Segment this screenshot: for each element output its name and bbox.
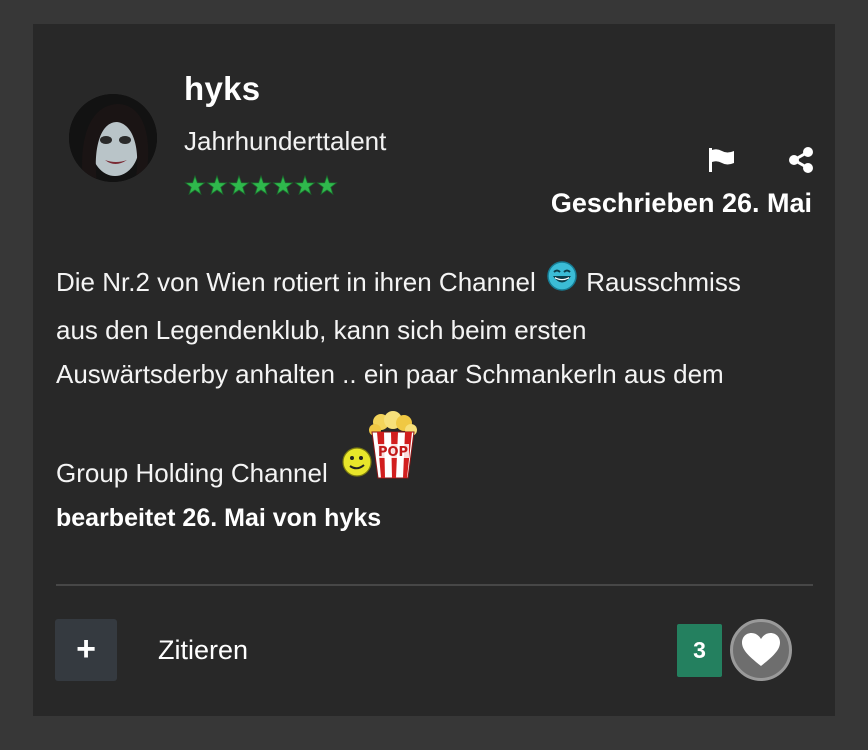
multiquote-plus-button[interactable]: + — [55, 619, 117, 681]
star-icon — [272, 174, 294, 196]
flag-icon[interactable] — [707, 148, 739, 172]
like-count-badge[interactable]: 3 — [677, 624, 722, 677]
post-body-line-2: aus den Legendenklub, kann sich beim ers… — [56, 315, 587, 346]
author-name[interactable]: hyks — [184, 70, 260, 108]
edited-note: bearbeitet 26. Mai von hyks — [56, 504, 382, 532]
laughing-smiley-icon — [547, 260, 577, 304]
post-text: Rausschmiss — [579, 267, 741, 297]
star-rating-icon — [184, 174, 338, 196]
post-body-line-4: Group Holding Channel POP — [56, 410, 816, 495]
author-rank: Jahrhunderttalent — [184, 126, 387, 156]
post-body: Die Nr.2 von Wien rotiert in ihren Chann… — [56, 260, 816, 495]
star-icon — [228, 174, 250, 196]
star-icon — [250, 174, 272, 196]
avatar[interactable] — [69, 94, 157, 182]
post-body-line-3: Auswärtsderby anhalten .. ein paar Schma… — [56, 359, 724, 390]
quote-button[interactable]: Zitieren — [158, 635, 248, 666]
avatar-image — [69, 94, 157, 182]
popcorn-emoticon: POP — [341, 410, 429, 495]
divider — [56, 584, 813, 586]
post-text: Group Holding Channel — [56, 458, 335, 489]
star-icon — [316, 174, 338, 196]
post-date: Geschrieben 26. Mai — [550, 188, 812, 218]
share-icon[interactable] — [787, 146, 815, 174]
heart-icon — [742, 633, 780, 666]
star-icon — [184, 174, 206, 196]
plus-icon: + — [76, 630, 96, 668]
star-icon — [206, 174, 228, 196]
post-card: hyks Jahrhunderttalent Geschrieben 26. M… — [33, 24, 835, 716]
post-text: Die Nr.2 von Wien rotiert in ihren Chann… — [56, 267, 544, 297]
post-body-line-1: Die Nr.2 von Wien rotiert in ihren Chann… — [56, 260, 816, 308]
star-icon — [294, 174, 316, 196]
svg-text:POP: POP — [378, 445, 408, 460]
rank-stars — [184, 174, 344, 198]
like-button[interactable] — [730, 619, 792, 681]
